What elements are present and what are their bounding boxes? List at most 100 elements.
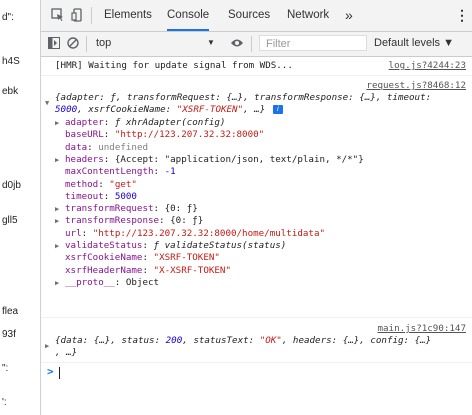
page-text-fragment: 93f — [2, 329, 16, 340]
inspect-element-icon[interactable] — [51, 8, 65, 25]
console-input[interactable] — [59, 367, 60, 379]
toolbar-divider — [251, 36, 252, 52]
object-property: xsrfCookieName: "XSRF-TOKEN" — [55, 252, 220, 264]
page-text-fragment: gll5 — [2, 215, 18, 226]
devtools-tabbar: Elements Console Sources Network » ⋮ — [41, 0, 472, 32]
tab-elements[interactable]: Elements — [104, 0, 152, 31]
page-text-fragment: d0jb — [2, 180, 21, 191]
object-property[interactable]: ▶ headers: {Accept: "application/json, te… — [55, 154, 364, 166]
page-text-fragment: d": — [2, 12, 14, 23]
property-value: "get" — [109, 178, 137, 190]
expand-triangle-icon[interactable]: ▼ — [45, 97, 49, 109]
console-output: [HMR] Waiting for update signal from WDS… — [41, 57, 472, 383]
live-expression-icon[interactable] — [230, 38, 244, 51]
property-key: adapter — [65, 117, 104, 128]
page-content-strip: d": h4S ebk d0jb gll5 flea 93f ": ': — [0, 0, 41, 415]
property-key: timeout — [65, 190, 104, 202]
page-text-fragment: h4S — [2, 56, 20, 67]
property-value: -1 — [164, 166, 176, 178]
property-value: {Accept: "application/json, text/plain, … — [114, 153, 364, 165]
property-key: xsrfHeaderName — [65, 264, 143, 276]
expand-triangle-icon[interactable]: ▶ — [45, 340, 49, 352]
property-separator: : — [103, 153, 115, 165]
expand-triangle-icon[interactable]: ▶ — [55, 154, 65, 166]
property-key: baseURL — [65, 129, 104, 141]
response-summary[interactable]: {data: {…}, status: 200, statusText: "OK… — [55, 335, 431, 347]
expand-triangle-icon[interactable]: ▶ — [55, 240, 65, 252]
object-property[interactable]: ▶ adapter: ƒ xhrAdapter(config) — [55, 117, 225, 129]
object-property: timeout: 5000 — [55, 191, 137, 203]
object-property[interactable]: ▶ transformResponse: {0: ƒ} — [55, 215, 203, 227]
property-separator: : — [153, 203, 165, 215]
source-link[interactable]: request.js?8468:12 — [366, 80, 466, 92]
console-message: [HMR] Waiting for update signal from WDS… — [41, 57, 472, 76]
property-key: headers — [65, 153, 104, 165]
clear-console-icon[interactable] — [67, 37, 79, 52]
object-property: xsrfHeaderName: "X-XSRF-TOKEN" — [55, 265, 231, 277]
property-value: 5000 — [114, 190, 137, 202]
property-value: "XSRF-TOKEN" — [153, 252, 220, 264]
log-levels-dropdown[interactable]: Default levels ▼ — [374, 37, 454, 49]
object-property: url: "http://123.207.32.32:8000/home/mul… — [55, 228, 325, 240]
property-key: transformRequest — [65, 203, 154, 215]
info-icon[interactable]: i — [272, 105, 283, 114]
property-key: data — [65, 141, 88, 153]
console-toolbar: top ▼ Filter Default levels ▼ — [41, 32, 472, 57]
property-separator: : — [142, 252, 154, 264]
page-text-fragment: ": — [2, 363, 9, 374]
object-property: data: undefined — [55, 142, 148, 154]
property-separator: : — [142, 264, 154, 276]
page-text-fragment: flea — [2, 306, 19, 317]
property-separator: : — [159, 215, 171, 227]
expand-triangle-icon[interactable]: ▶ — [55, 117, 65, 129]
property-value: ƒ validateStatus(status) — [153, 240, 287, 251]
property-key: method — [65, 178, 99, 190]
expand-triangle-icon[interactable]: ▶ — [55, 203, 65, 215]
property-key: maxContentLength — [65, 166, 154, 178]
expand-triangle-icon[interactable]: ▶ — [55, 277, 65, 289]
object-property[interactable]: ▶ __proto__: Object — [55, 277, 159, 289]
property-separator: : — [98, 178, 110, 190]
console-message: main.js?1c90:147 ▶ {data: {…}, status: 2… — [41, 318, 472, 363]
property-key: transformResponse — [65, 215, 160, 227]
property-key: url — [65, 227, 82, 239]
devtools-panel: Elements Console Sources Network » ⋮ top… — [41, 0, 472, 415]
source-link[interactable]: main.js?1c90:147 — [377, 323, 466, 335]
toolbar-divider — [91, 7, 92, 24]
more-tabs-button[interactable]: » — [345, 0, 353, 31]
object-summary[interactable]: {adapter: ƒ, transformRequest: {…}, tran… — [55, 92, 431, 104]
property-separator: : — [114, 276, 126, 288]
object-summary-line2: 5000, xsrfCookieName: "XSRF-TOKEN", …} i — [55, 104, 283, 116]
property-value: ƒ xhrAdapter(config) — [114, 117, 226, 128]
context-dropdown-icon[interactable]: ▼ — [207, 38, 215, 47]
devtools-menu-button[interactable]: ⋮ — [455, 0, 469, 31]
property-value: undefined — [98, 141, 149, 153]
tab-sources[interactable]: Sources — [228, 0, 270, 31]
expand-triangle-icon[interactable]: ▶ — [55, 215, 65, 227]
device-toolbar-icon[interactable] — [71, 8, 85, 25]
console-message-text: [HMR] Waiting for update signal from WDS… — [55, 60, 293, 71]
object-property[interactable]: ▶ transformRequest: {0: ƒ} — [55, 203, 198, 215]
property-separator: : — [142, 240, 154, 251]
property-separator: : — [103, 117, 115, 128]
property-separator: : — [87, 141, 99, 153]
filter-input[interactable]: Filter — [259, 35, 367, 51]
property-key: validateStatus — [65, 240, 143, 251]
property-key: __proto__ — [65, 276, 115, 288]
property-value: "X-XSRF-TOKEN" — [153, 264, 231, 276]
property-separator: : — [103, 190, 115, 202]
property-value: {0: ƒ} — [170, 215, 204, 227]
object-property: method: "get" — [55, 179, 137, 191]
page-text-fragment: ': — [2, 397, 7, 408]
source-link[interactable]: log.js?4244:23 — [389, 60, 466, 72]
tab-network[interactable]: Network — [287, 0, 329, 31]
property-separator: : — [153, 166, 165, 178]
property-value: "http://123.207.32.32:8000" — [114, 129, 265, 141]
sidebar-toggle-icon[interactable] — [48, 37, 60, 52]
object-property: maxContentLength: -1 — [55, 166, 176, 178]
property-key: xsrfCookieName — [65, 252, 143, 264]
console-prompt-row[interactable]: > — [41, 363, 472, 383]
context-selector[interactable]: top — [96, 37, 111, 49]
object-property[interactable]: ▶ validateStatus: ƒ validateStatus(status… — [55, 240, 286, 252]
tab-console[interactable]: Console — [167, 0, 210, 31]
